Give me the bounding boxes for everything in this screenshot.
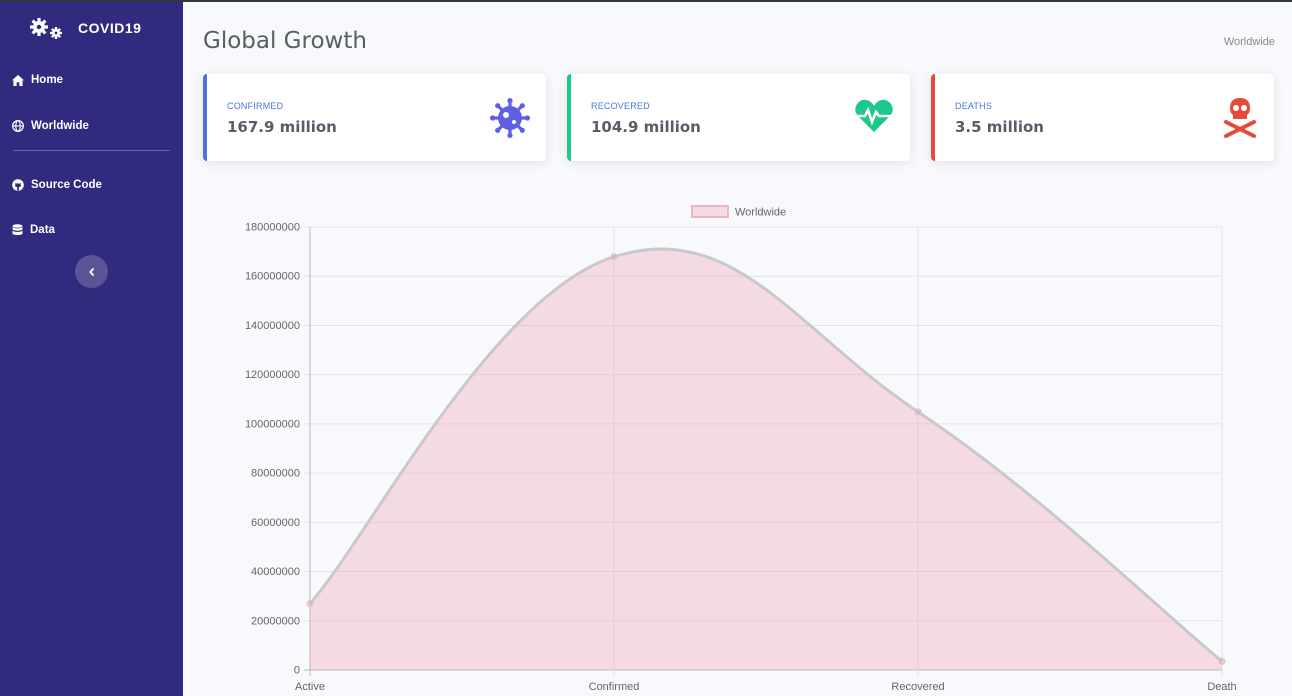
recovered-card: RECOVERED 104.9 million bbox=[567, 74, 910, 161]
gears-icon bbox=[30, 18, 62, 39]
data-point bbox=[1218, 657, 1226, 665]
legend-label: Worldwide bbox=[735, 207, 786, 219]
recovered-value: 104.9 million bbox=[591, 118, 701, 136]
globe-icon bbox=[12, 120, 24, 132]
y-tick-label: 80000000 bbox=[251, 468, 300, 480]
top-border bbox=[0, 0, 1292, 2]
github-icon bbox=[12, 179, 24, 191]
confirmed-label: CONFIRMED bbox=[227, 101, 284, 111]
deaths-card: DEATHS 3.5 million bbox=[931, 74, 1274, 161]
confirmed-card: CONFIRMED 167.9 million bbox=[203, 74, 546, 161]
virus-icon bbox=[490, 98, 530, 138]
sidebar-toggle-button[interactable] bbox=[75, 255, 108, 288]
brand-name: COVID19 bbox=[78, 20, 142, 36]
sidebar-item-label: Worldwide bbox=[31, 120, 89, 132]
page-title: Global Growth bbox=[203, 28, 367, 54]
sidebar-item-label: Home bbox=[31, 74, 63, 86]
x-tick-label: Recovered bbox=[891, 681, 944, 693]
y-tick-label: 60000000 bbox=[251, 517, 300, 529]
sidebar-item-label: Source Code bbox=[31, 179, 102, 191]
data-point bbox=[610, 253, 618, 261]
heartbeat-icon bbox=[855, 99, 893, 132]
sidebar-divider bbox=[13, 150, 170, 151]
data-point bbox=[306, 600, 314, 608]
sidebar-item-source-code[interactable]: Source Code bbox=[12, 179, 102, 191]
confirmed-value: 167.9 million bbox=[227, 118, 337, 136]
series-area-worldwide bbox=[310, 249, 1222, 670]
sidebar-item-home[interactable]: Home bbox=[12, 74, 63, 86]
breadcrumb: Worldwide bbox=[1223, 36, 1275, 48]
y-tick-label: 100000000 bbox=[245, 418, 300, 430]
y-tick-label: 40000000 bbox=[251, 566, 300, 578]
database-icon bbox=[12, 224, 23, 236]
x-axis: Active Confirmed Recovered Death bbox=[295, 681, 1237, 693]
legend-swatch bbox=[691, 205, 729, 218]
brand[interactable]: COVID19 bbox=[28, 16, 141, 40]
sidebar-item-label: Data bbox=[30, 224, 55, 236]
recovered-label: RECOVERED bbox=[591, 101, 650, 111]
y-tick-label: 0 bbox=[294, 665, 300, 677]
deaths-label: DEATHS bbox=[955, 101, 993, 111]
data-point bbox=[914, 408, 922, 416]
sidebar-item-data[interactable]: Data bbox=[12, 224, 55, 236]
y-tick-label: 180000000 bbox=[245, 222, 300, 234]
chevron-left-icon bbox=[88, 267, 94, 276]
deaths-value: 3.5 million bbox=[955, 118, 1044, 136]
x-tick-label: Confirmed bbox=[589, 681, 640, 693]
y-tick-label: 120000000 bbox=[245, 369, 300, 381]
x-tick-label: Death bbox=[1207, 681, 1236, 693]
growth-chart: 0 20000000 40000000 60000000 80000000 1000000… bbox=[245, 205, 1237, 693]
y-tick-label: 140000000 bbox=[245, 320, 300, 332]
x-tick-label: Active bbox=[295, 681, 325, 693]
y-tick-label: 20000000 bbox=[251, 615, 300, 627]
y-axis: 0 20000000 40000000 60000000 80000000 1000000… bbox=[245, 222, 300, 677]
sidebar-item-worldwide[interactable]: Worldwide bbox=[12, 120, 89, 132]
y-tick-label: 160000000 bbox=[245, 271, 300, 283]
sidebar: COVID19 Home Worldwide Source Code Data bbox=[0, 2, 183, 696]
skull-crossbones-icon bbox=[1224, 98, 1256, 138]
chart-legend[interactable]: Worldwide bbox=[691, 205, 786, 219]
home-icon bbox=[12, 74, 24, 86]
